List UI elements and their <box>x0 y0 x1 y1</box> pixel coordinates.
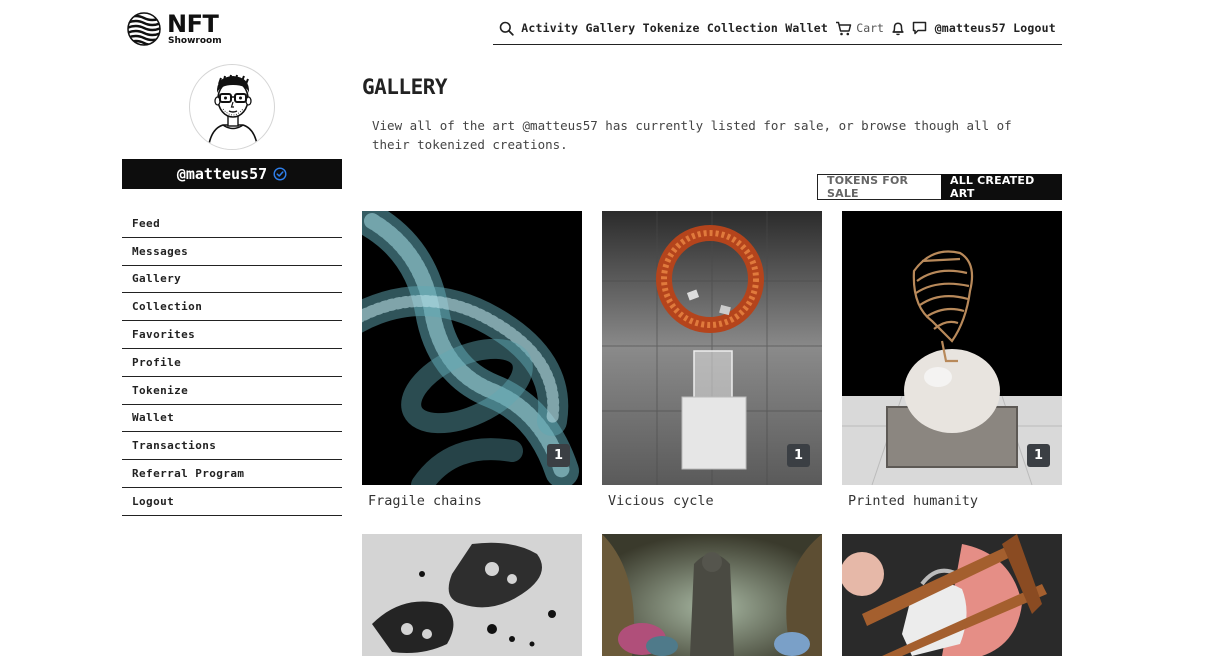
username-bar: @matteus57 <box>122 159 342 189</box>
edition-count-badge: 1 <box>547 444 570 467</box>
tokens-for-sale-button[interactable]: TOKENS FOR SALE <box>817 174 941 200</box>
art-thumbnail[interactable] <box>362 534 582 656</box>
nav-logout[interactable]: Logout <box>1013 21 1056 35</box>
nav-cart[interactable]: Cart <box>835 21 884 36</box>
art-thumbnail[interactable] <box>602 534 822 656</box>
gallery-intro: View all of the art @matteus57 has curre… <box>372 118 1012 152</box>
edition-count-badge: 1 <box>1027 444 1050 467</box>
art-thumbnail[interactable]: 1 <box>362 211 582 485</box>
top-navigation: Activity Gallery Tokenize Collection Wal… <box>493 14 1062 45</box>
nav-user[interactable]: @matteus57 <box>935 21 1006 35</box>
cart-label: Cart <box>856 21 884 35</box>
sidebar-item-profile[interactable]: Profile <box>122 349 342 377</box>
sidebar-item-collection[interactable]: Collection <box>122 293 342 322</box>
avatar[interactable] <box>189 64 275 150</box>
sidebar-item-logout[interactable]: Logout <box>122 488 342 516</box>
cart-icon <box>836 21 852 35</box>
brand-logo[interactable]: NFT Showroom <box>127 12 222 46</box>
art-card[interactable] <box>602 534 822 656</box>
art-card[interactable]: 1 Vicious cycle <box>602 211 822 509</box>
sidebar-item-transactions[interactable]: Transactions <box>122 432 342 461</box>
nav-activity[interactable]: Activity <box>521 21 578 35</box>
nav-collection[interactable]: Collection <box>707 21 778 35</box>
art-thumbnail[interactable]: 1 <box>842 211 1062 485</box>
art-thumbnail[interactable] <box>842 534 1062 656</box>
sidebar-item-messages[interactable]: Messages <box>122 238 342 266</box>
edition-count-badge: 1 <box>787 444 810 467</box>
art-card[interactable] <box>842 534 1062 656</box>
art-title[interactable]: Vicious cycle <box>602 493 822 509</box>
search-icon[interactable] <box>499 21 514 36</box>
brand-subtitle: Showroom <box>168 36 222 46</box>
sidebar-item-wallet[interactable]: Wallet <box>122 405 342 433</box>
verified-check-icon <box>273 167 287 181</box>
nav-wallet[interactable]: Wallet <box>785 21 828 35</box>
art-card[interactable] <box>362 534 582 656</box>
sidebar-menu: Feed Messages Gallery Collection Favorit… <box>122 210 342 516</box>
sidebar-item-referral-program[interactable]: Referral Program <box>122 460 342 488</box>
brand-name: NFT <box>167 10 219 38</box>
gallery-filter-toggle: TOKENS FOR SALE ALL CREATED ART <box>817 174 1062 200</box>
art-card[interactable]: 1 Fragile chains <box>362 211 582 509</box>
profile-username: @matteus57 <box>176 165 268 183</box>
all-created-art-button[interactable]: ALL CREATED ART <box>941 174 1062 200</box>
art-title[interactable]: Printed humanity <box>842 493 1062 509</box>
sidebar-item-feed[interactable]: Feed <box>122 210 342 238</box>
page-title: GALLERY <box>362 75 448 99</box>
art-title[interactable]: Fragile chains <box>362 493 582 509</box>
nav-tokenize[interactable]: Tokenize <box>643 21 700 35</box>
art-thumbnail[interactable]: 1 <box>602 211 822 485</box>
sidebar-item-tokenize[interactable]: Tokenize <box>122 377 342 405</box>
bell-icon[interactable] <box>891 21 905 36</box>
logo-mark-icon <box>127 12 161 46</box>
sidebar-item-favorites[interactable]: Favorites <box>122 321 342 349</box>
chat-icon[interactable] <box>912 21 927 35</box>
avatar-illustration <box>207 74 259 149</box>
art-card[interactable]: 1 Printed humanity <box>842 211 1062 509</box>
nav-gallery[interactable]: Gallery <box>585 21 635 35</box>
sidebar-item-gallery[interactable]: Gallery <box>122 266 342 294</box>
